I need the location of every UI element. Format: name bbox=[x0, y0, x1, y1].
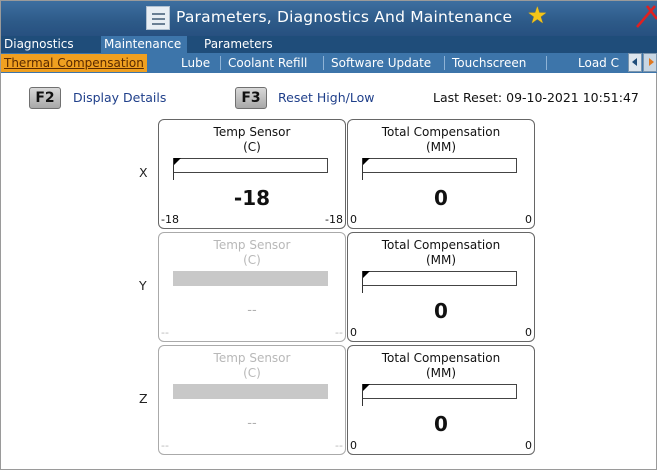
compensation-unit: (MM) bbox=[425, 366, 457, 380]
temp-sensor-unit: (C) bbox=[243, 366, 261, 380]
title-bar: Parameters, Diagnostics And Maintenance … bbox=[1, 1, 657, 36]
compensation-min: 0 bbox=[350, 326, 357, 339]
tab-parameters[interactable]: Parameters bbox=[201, 36, 309, 53]
temp-value: -- bbox=[247, 303, 257, 318]
temp-min: -- bbox=[161, 439, 169, 452]
compensation-unit: (MM) bbox=[425, 140, 457, 154]
temp-min: -- bbox=[161, 326, 169, 339]
compensation-value: 0 bbox=[434, 186, 448, 210]
tab-touchscreen[interactable]: Touchscreen bbox=[448, 54, 530, 72]
secondary-tab-bar: Thermal Compensation Lube Coolant Refill… bbox=[1, 53, 657, 73]
temp-value: -18 bbox=[233, 186, 271, 210]
total-compensation-panel-x: Total Compensation (MM) 0 0 0 bbox=[347, 119, 535, 229]
window-title: Parameters, Diagnostics And Maintenance bbox=[176, 8, 513, 26]
gauge-marker bbox=[173, 158, 181, 166]
tab-thermal-compensation[interactable]: Thermal Compensation bbox=[1, 54, 147, 72]
compensation-title: Total Compensation bbox=[381, 238, 501, 252]
star-icon[interactable]: ★ bbox=[527, 5, 548, 28]
compensation-value: 0 bbox=[434, 299, 448, 323]
gauge-marker bbox=[362, 158, 370, 166]
temp-gauge-bar bbox=[173, 271, 328, 286]
display-details-label[interactable]: Display Details bbox=[73, 90, 166, 105]
temp-sensor-panel-y: Temp Sensor (C) -- -- -- bbox=[158, 232, 346, 342]
temp-sensor-title: Temp Sensor bbox=[213, 125, 291, 139]
axis-label-z: Z bbox=[139, 391, 148, 406]
temp-sensor-title: Temp Sensor bbox=[213, 238, 291, 252]
compensation-max: 0 bbox=[525, 439, 532, 452]
temp-gauge-bar bbox=[173, 158, 328, 173]
total-compensation-panel-z: Total Compensation (MM) 0 0 0 bbox=[347, 345, 535, 455]
close-icon[interactable] bbox=[633, 3, 657, 31]
compensation-max: 0 bbox=[525, 326, 532, 339]
temp-sensor-title: Temp Sensor bbox=[213, 351, 291, 365]
gauge-marker bbox=[362, 384, 370, 392]
compensation-title: Total Compensation bbox=[381, 351, 501, 365]
compensation-min: 0 bbox=[350, 213, 357, 226]
temp-max: -- bbox=[335, 439, 343, 452]
total-compensation-panel-y: Total Compensation (MM) 0 0 0 bbox=[347, 232, 535, 342]
hamburger-menu-icon[interactable] bbox=[146, 6, 170, 30]
temp-sensor-panel-x: Temp Sensor (C) -18 -18 -18 bbox=[158, 119, 346, 229]
reset-high-low-label[interactable]: Reset High/Low bbox=[278, 90, 374, 105]
gauge-marker bbox=[362, 271, 370, 279]
tab-diagnostics[interactable]: Diagnostics bbox=[1, 36, 77, 53]
axis-label-x: X bbox=[139, 165, 148, 180]
compensation-min: 0 bbox=[350, 439, 357, 452]
compensation-title: Total Compensation bbox=[381, 125, 501, 139]
temp-sensor-panel-z: Temp Sensor (C) -- -- -- bbox=[158, 345, 346, 455]
tab-software-update[interactable]: Software Update bbox=[327, 54, 435, 72]
compensation-max: 0 bbox=[525, 213, 532, 226]
compensation-gauge-bar bbox=[362, 271, 517, 286]
tab-lube[interactable]: Lube bbox=[177, 54, 214, 72]
compensation-unit: (MM) bbox=[425, 253, 457, 267]
temp-sensor-unit: (C) bbox=[243, 140, 261, 154]
compensation-value: 0 bbox=[434, 412, 448, 436]
tab-maintenance[interactable]: Maintenance bbox=[101, 36, 188, 53]
arrow-left-icon[interactable] bbox=[628, 53, 642, 72]
temp-sensor-unit: (C) bbox=[243, 253, 261, 267]
compensation-gauge-bar bbox=[362, 384, 517, 399]
temp-max: -- bbox=[335, 326, 343, 339]
axis-label-y: Y bbox=[139, 278, 147, 293]
temp-min: -18 bbox=[161, 213, 179, 226]
temp-max: -18 bbox=[325, 213, 343, 226]
f3-key[interactable]: F3 bbox=[235, 87, 267, 109]
tab-load-c[interactable]: Load C bbox=[574, 54, 623, 72]
app-window: Parameters, Diagnostics And Maintenance … bbox=[0, 0, 657, 470]
temp-gauge-bar bbox=[173, 384, 328, 399]
primary-tab-bar: Diagnostics Maintenance Parameters bbox=[1, 36, 657, 53]
f2-key[interactable]: F2 bbox=[29, 87, 61, 109]
compensation-gauge-bar bbox=[362, 158, 517, 173]
arrow-right-icon[interactable] bbox=[643, 53, 657, 72]
last-reset-text: Last Reset: 09-10-2021 10:51:47 bbox=[433, 90, 639, 105]
tab-coolant-refill[interactable]: Coolant Refill bbox=[224, 54, 311, 72]
temp-value: -- bbox=[247, 416, 257, 431]
